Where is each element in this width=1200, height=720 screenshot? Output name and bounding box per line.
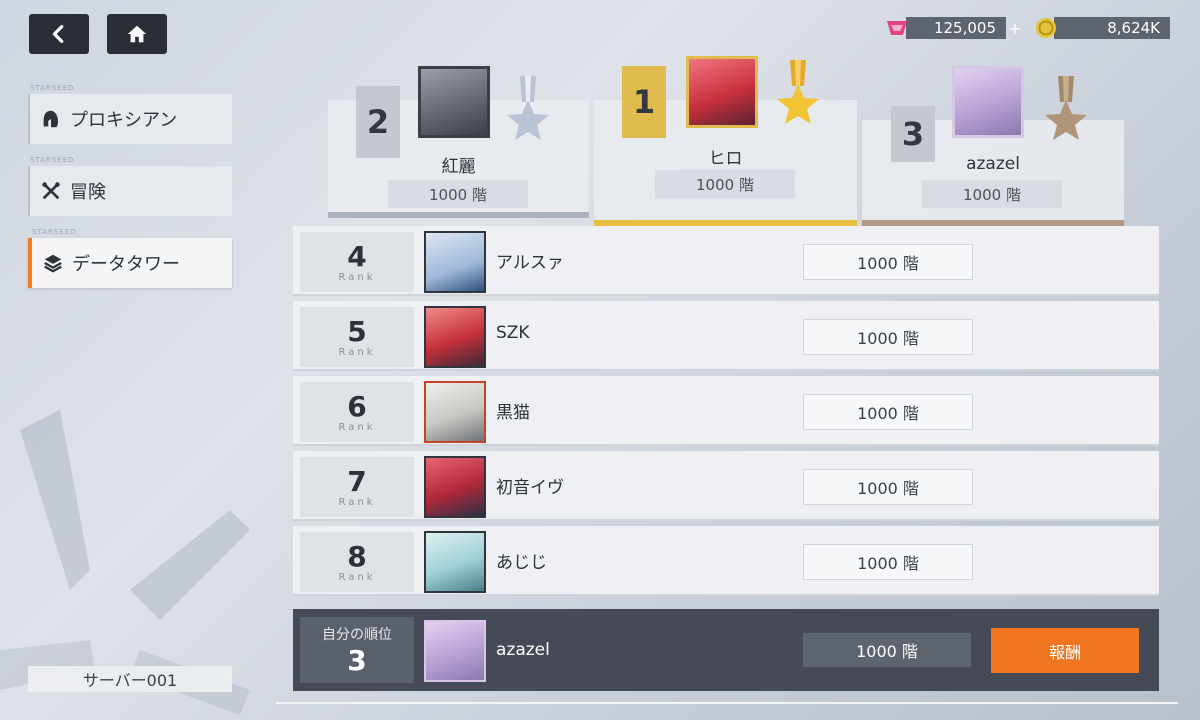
avatar (424, 456, 486, 518)
floor-value: 1000 階 (803, 244, 973, 280)
floor-value: 1000 階 (803, 394, 973, 430)
podium-floor: 1000 階 (655, 170, 795, 198)
rank-label: Rank (338, 421, 376, 433)
rank-box: 8 Rank (300, 532, 414, 592)
add-gems-button[interactable]: + (1006, 19, 1024, 38)
podium-rank-2[interactable]: 2 紅麗 1000 階 (328, 66, 589, 218)
silver-medal-icon (507, 76, 549, 140)
rank-number: 6 (347, 389, 367, 423)
server-selector[interactable]: サーバー001 (28, 666, 232, 692)
rank-label: Rank (338, 346, 376, 358)
podium-player-name: ヒロ (708, 149, 743, 169)
coin-value: 8,624K (1054, 17, 1170, 39)
home-button[interactable] (107, 14, 167, 54)
podium-player-name: azazel (966, 154, 1020, 174)
avatar (686, 56, 758, 128)
gem-value: 125,005 (906, 17, 1006, 39)
gem-icon (887, 21, 907, 35)
coin-icon (1036, 18, 1056, 38)
sidebar-item-label: データタワー (72, 254, 180, 275)
my-rank-label: 自分の順位 (322, 626, 392, 643)
player-name: SZK (496, 323, 530, 343)
rank-number: 5 (347, 314, 367, 348)
sidebar-item-data-tower[interactable]: STARSEED データタワー (28, 228, 232, 288)
floor-value: 1000 階 (803, 544, 973, 580)
my-player-name: azazel (496, 640, 550, 660)
floor-value: 1000 階 (803, 469, 973, 505)
podium-floor: 1000 階 (388, 180, 528, 208)
coin-currency: 8,624K (1034, 17, 1170, 39)
avatar (418, 66, 490, 138)
ranking-row[interactable]: 8 Rank あじじ 1000 階 (293, 526, 1159, 596)
podium-rank-number: 1 (622, 66, 666, 138)
sidebar-item-label: 冒険 (70, 182, 106, 203)
my-rank-row: 自分の順位 3 azazel 1000 階 報酬 (293, 609, 1159, 691)
rank-box: 5 Rank (300, 307, 414, 367)
rank-number: 4 (347, 239, 367, 273)
ranking-row[interactable]: 7 Rank 初音イヴ 1000 階 (293, 451, 1159, 521)
podium-rank-1[interactable]: 1 ヒロ 1000 階 (594, 56, 857, 226)
crossed-swords-icon (42, 182, 60, 200)
helmet-icon (43, 110, 59, 128)
chevron-left-icon (52, 25, 64, 43)
ranking-row[interactable]: 4 Rank アルスァ 1000 階 (293, 226, 1159, 296)
rank-number: 7 (347, 464, 367, 498)
bronze-medal-icon (1045, 76, 1087, 140)
rank-box: 4 Rank (300, 232, 414, 292)
avatar (424, 306, 486, 368)
layers-icon (44, 254, 62, 273)
rank-number: 8 (347, 539, 367, 573)
podium-rank-3[interactable]: 3 azazel 1000 階 (862, 66, 1124, 226)
home-icon (127, 25, 147, 43)
my-floor-value: 1000 階 (803, 633, 971, 667)
my-rank-box: 自分の順位 3 (300, 617, 414, 683)
avatar (424, 531, 486, 593)
player-name: あじじ (496, 553, 547, 573)
rank-label: Rank (338, 571, 376, 583)
bottom-divider (276, 702, 1178, 704)
sidebar-item-label: プロキシアン (70, 110, 178, 131)
player-name: 黒猫 (496, 403, 530, 423)
player-name: アルスァ (496, 253, 564, 273)
podium-player-name: 紅麗 (441, 157, 476, 177)
podium-rank-number: 2 (356, 86, 400, 158)
ranking-row[interactable]: 5 Rank SZK 1000 階 (293, 301, 1159, 371)
rank-box: 7 Rank (300, 457, 414, 517)
avatar (952, 66, 1024, 138)
reward-button[interactable]: 報酬 (991, 628, 1139, 673)
avatar (424, 381, 486, 443)
player-name: 初音イヴ (496, 478, 564, 498)
rank-label: Rank (338, 271, 376, 283)
avatar (424, 620, 486, 682)
avatar (424, 231, 486, 293)
sidebar-tag: STARSEED (32, 228, 77, 236)
gold-medal-icon (777, 60, 819, 124)
back-button[interactable] (29, 14, 89, 54)
podium-floor: 1000 階 (922, 180, 1062, 208)
my-rank-number: 3 (347, 643, 367, 677)
sidebar-item-proxian[interactable]: STARSEED プロキシアン (28, 84, 232, 144)
sidebar-tag: STARSEED (30, 156, 75, 164)
rank-label: Rank (338, 496, 376, 508)
sidebar-tag: STARSEED (30, 84, 75, 92)
floor-value: 1000 階 (803, 319, 973, 355)
sidebar-item-adventure[interactable]: STARSEED 冒険 (28, 156, 232, 216)
rank-box: 6 Rank (300, 382, 414, 442)
ranking-row[interactable]: 6 Rank 黒猫 1000 階 (293, 376, 1159, 446)
gem-currency: 125,005 + (884, 17, 1024, 39)
silver-bar (328, 212, 589, 218)
